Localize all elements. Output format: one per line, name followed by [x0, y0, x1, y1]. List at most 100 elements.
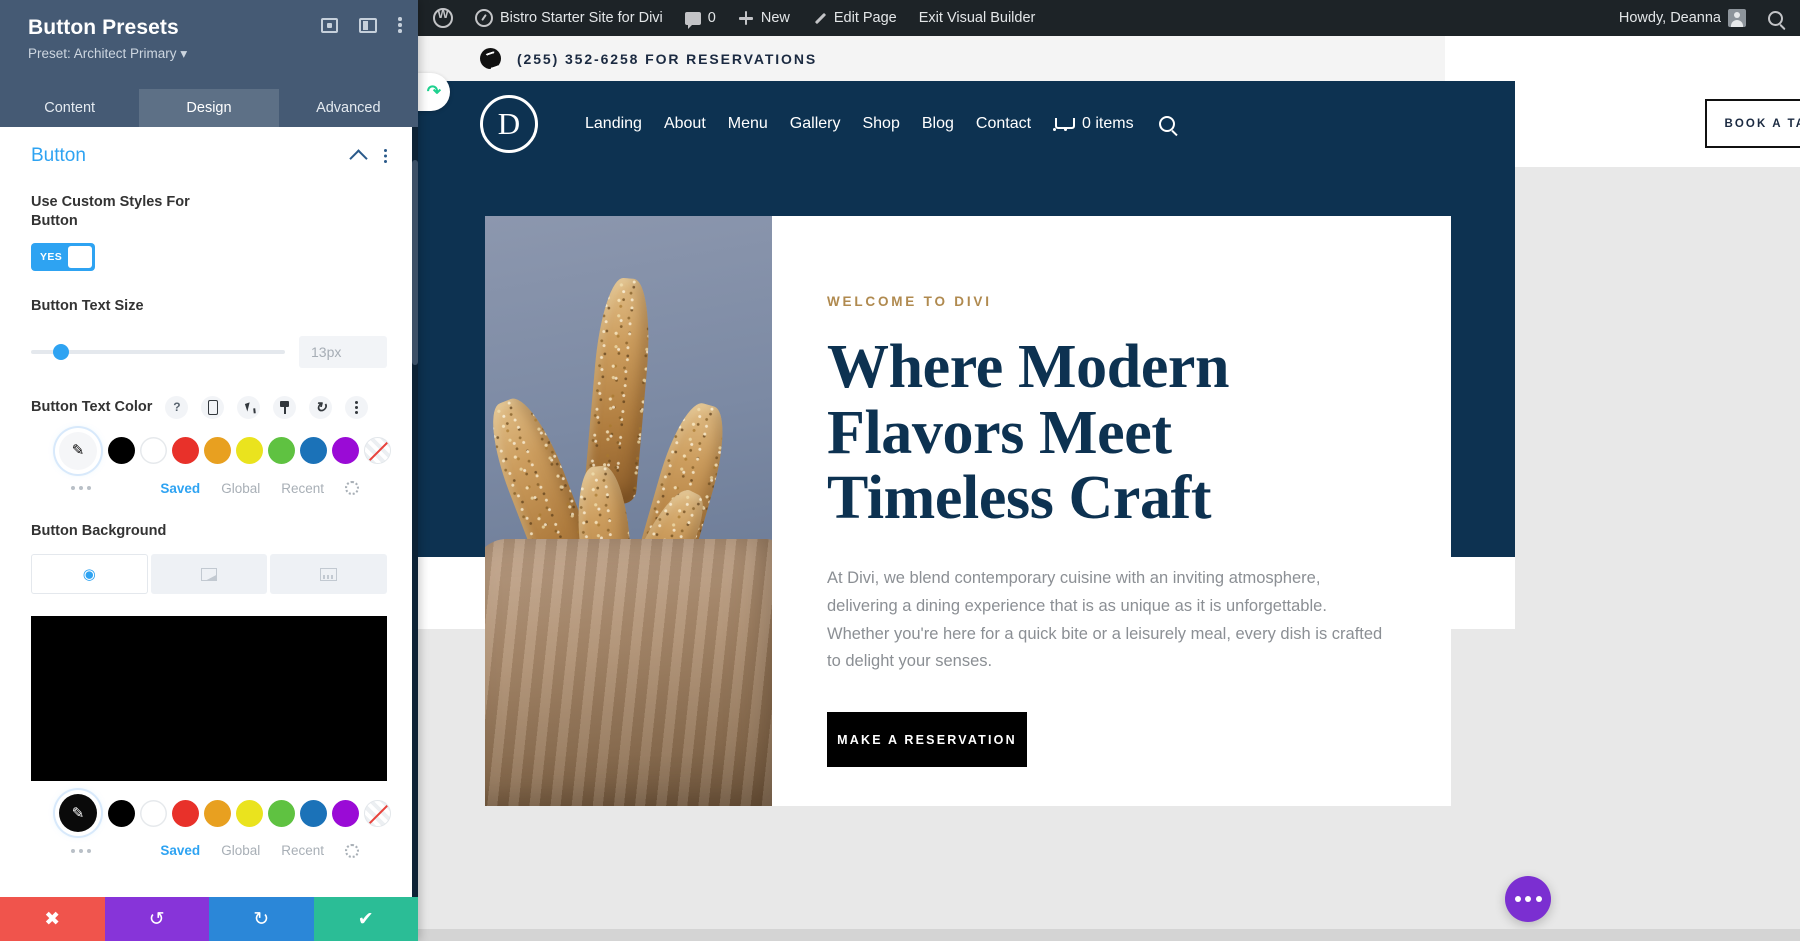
swatch-transparent[interactable]	[364, 799, 391, 827]
site-name-label: Bistro Starter Site for Divi	[500, 10, 663, 26]
swatch-white[interactable]	[140, 437, 167, 465]
redo-button[interactable]: ↻	[209, 897, 314, 941]
button-section-header[interactable]: Button	[0, 127, 418, 168]
cancel-button[interactable]: ✖	[0, 897, 105, 941]
cart-link[interactable]: 0 items	[1053, 115, 1134, 133]
nav-item-menu[interactable]: Menu	[728, 115, 768, 133]
image-icon	[320, 567, 338, 581]
color-tab-recent[interactable]: Recent	[281, 843, 324, 858]
gear-icon[interactable]	[345, 843, 359, 858]
text-size-input[interactable]: 13px	[299, 335, 387, 368]
gear-icon[interactable]	[345, 481, 359, 496]
button-text-color-label: Button Text Color	[31, 399, 153, 416]
nav-item-blog[interactable]: Blog	[922, 115, 954, 133]
chevron-up-icon[interactable]	[349, 149, 368, 168]
color-tab-recent[interactable]: Recent	[281, 481, 324, 496]
swatch-black[interactable]	[108, 437, 135, 465]
swatch-orange[interactable]	[204, 799, 231, 827]
panel-scrollbar-thumb[interactable]	[412, 160, 418, 365]
admin-bar-search[interactable]	[1757, 0, 1794, 36]
site-logo[interactable]: D	[480, 95, 538, 153]
dot	[1535, 896, 1542, 902]
admin-bar-exit-visual-builder[interactable]: Exit Visual Builder	[908, 0, 1047, 36]
text-color-options-icon[interactable]	[345, 395, 369, 419]
make-a-reservation-button[interactable]: MAKE A RESERVATION	[827, 712, 1027, 768]
hero-paragraph: At Divi, we blend contemporary cuisine w…	[827, 569, 1383, 671]
book-a-table-button[interactable]: BOOK A TABLE	[1705, 99, 1800, 148]
nav-search-icon[interactable]	[1158, 116, 1175, 132]
more-swatches-icon[interactable]	[71, 486, 75, 491]
color-tab-saved[interactable]: Saved	[160, 481, 200, 496]
nav-item-gallery[interactable]: Gallery	[790, 115, 841, 133]
reset-icon[interactable]: ↻	[309, 395, 333, 419]
color-tab-global[interactable]: Global	[221, 843, 260, 858]
gradient-icon	[201, 567, 217, 581]
hover-state-icon[interactable]	[237, 395, 261, 419]
text-size-slider[interactable]	[31, 343, 285, 360]
selected-text-color-swatch[interactable]: ✎	[59, 431, 97, 470]
dashboard-icon	[475, 9, 493, 27]
color-tab-global[interactable]: Global	[221, 481, 260, 496]
button-text-color-header: Button Text Color ? ↻	[31, 395, 387, 419]
tab-advanced[interactable]: Advanced	[279, 89, 418, 127]
background-tab-color[interactable]: ◉	[31, 554, 148, 595]
selected-background-color-swatch[interactable]: ✎	[59, 794, 97, 833]
swatch-purple[interactable]	[332, 799, 359, 827]
swatch-red[interactable]	[172, 437, 199, 465]
tab-design[interactable]: Design	[139, 89, 279, 127]
mobile-icon	[207, 399, 218, 415]
swatch-black[interactable]	[108, 799, 135, 827]
divi-floating-menu-button[interactable]	[1505, 876, 1551, 922]
shopping-cart-icon	[1053, 117, 1076, 132]
panel-action-bar: ✖ ↺ ↻ ✔	[0, 897, 418, 941]
swatch-red[interactable]	[172, 799, 199, 827]
background-tab-gradient[interactable]	[150, 554, 268, 595]
swatch-orange[interactable]	[204, 437, 231, 465]
sticky-icon[interactable]	[273, 395, 297, 419]
swatch-yellow[interactable]	[236, 437, 263, 465]
tab-content[interactable]: Content	[0, 89, 139, 127]
admin-bar-account[interactable]: Howdy, Deanna	[1608, 0, 1757, 36]
preset-selector[interactable]: Preset: Architect Primary ▾	[28, 46, 396, 62]
admin-bar-comments[interactable]: 0	[674, 0, 727, 36]
more-options-icon[interactable]	[398, 17, 402, 33]
admin-bar-site-name[interactable]: Bistro Starter Site for Divi	[464, 0, 674, 36]
help-icon[interactable]: ?	[165, 395, 189, 419]
background-color-preview[interactable]	[31, 616, 387, 782]
save-button[interactable]: ✔	[313, 897, 418, 941]
swatch-green[interactable]	[268, 799, 295, 827]
swatch-green[interactable]	[268, 437, 295, 465]
more-swatches-icon[interactable]	[71, 848, 75, 853]
slider-handle[interactable]	[53, 343, 69, 360]
responsive-icon[interactable]	[201, 395, 225, 419]
preset-label: Preset: Architect Primary	[28, 46, 177, 61]
admin-bar-edit-page[interactable]: Edit Page	[801, 0, 908, 36]
nav-item-about[interactable]: About	[664, 115, 706, 133]
nav-item-shop[interactable]: Shop	[862, 115, 899, 133]
color-tab-saved[interactable]: Saved	[160, 843, 200, 858]
focus-mode-icon[interactable]	[321, 17, 338, 33]
undo-button[interactable]: ↺	[104, 897, 209, 941]
swatch-blue[interactable]	[300, 437, 327, 465]
swatch-purple[interactable]	[332, 437, 359, 465]
admin-bar-new[interactable]: New	[727, 0, 801, 36]
text-color-meta-row: Saved Global Recent	[31, 481, 387, 496]
swatch-blue[interactable]	[300, 799, 327, 827]
panel-layout-icon[interactable]	[359, 17, 377, 33]
nav-item-landing[interactable]: Landing	[585, 115, 642, 133]
use-custom-styles-toggle[interactable]: YES	[31, 242, 95, 271]
swatch-white[interactable]	[140, 799, 167, 827]
toggle-knob	[68, 245, 92, 268]
text-color-swatches: ✎	[31, 431, 391, 470]
swatch-transparent[interactable]	[364, 437, 391, 465]
section-options-icon[interactable]	[384, 148, 388, 164]
swatch-yellow[interactable]	[236, 799, 263, 827]
canvas-gutter-right	[1515, 167, 1800, 929]
panel-scrollbar-track[interactable]	[412, 127, 418, 941]
new-label: New	[760, 10, 790, 26]
toggle-value-label: YES	[40, 250, 63, 263]
nav-item-contact[interactable]: Contact	[976, 115, 1031, 133]
background-color-swatches: ✎	[31, 794, 391, 833]
background-tab-image[interactable]	[270, 554, 388, 595]
admin-bar-wordpress-logo[interactable]	[422, 0, 464, 36]
